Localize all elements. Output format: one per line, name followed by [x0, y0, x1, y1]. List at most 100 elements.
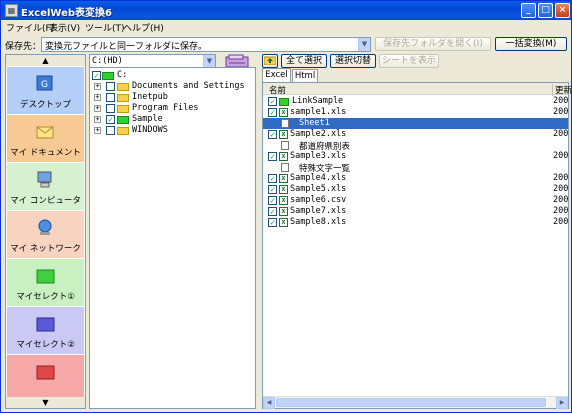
checkbox[interactable]: ✓: [106, 126, 115, 135]
tab-excel[interactable]: Excel: [262, 68, 291, 82]
expand-icon[interactable]: +: [94, 83, 101, 90]
tree-item-label: Documents and Settings: [132, 81, 245, 91]
list-item[interactable]: ✓ LinkSample 200: [263, 96, 568, 107]
drive-select[interactable]: C:(HD) ▼: [89, 54, 216, 68]
checkbox[interactable]: ✓: [92, 71, 101, 80]
sheet-icon: [281, 119, 289, 128]
expand-icon[interactable]: +: [94, 127, 101, 134]
checkbox[interactable]: ✓: [268, 130, 277, 139]
tab-html[interactable]: Html: [292, 69, 318, 82]
app-window: ▦ ExcelWeb表変換6 _ □ × ファイル(F) 表示(V) ツール(T…: [0, 0, 572, 413]
place-my-documents[interactable]: マイ ドキュメント: [7, 115, 84, 162]
computer-icon: [37, 171, 52, 188]
file-name: Sample3.xls: [290, 151, 347, 161]
list-item-selected[interactable]: Sheet1: [263, 118, 568, 129]
select-all-button[interactable]: 全て選択: [281, 54, 327, 68]
expand-icon[interactable]: +: [94, 116, 101, 123]
scroll-left-icon[interactable]: ◀: [263, 397, 275, 409]
scroll-right-icon[interactable]: ▶: [556, 397, 568, 409]
checkbox[interactable]: ✓: [268, 152, 277, 161]
checkbox[interactable]: ✓: [268, 108, 277, 117]
checkbox[interactable]: ✓: [106, 104, 115, 113]
checkbox[interactable]: ✓: [268, 196, 277, 205]
place-label: マイ コンピュータ: [10, 196, 81, 206]
excel-file-icon: x: [279, 130, 288, 139]
list-item[interactable]: ✓ x Sample5.xls 200: [263, 184, 568, 195]
list-item[interactable]: ✓ x Sample7.xls 200: [263, 206, 568, 217]
maximize-button[interactable]: □: [538, 3, 553, 18]
chevron-down-icon[interactable]: ▼: [203, 55, 215, 67]
batch-convert-button[interactable]: 一括変換(M): [495, 37, 567, 51]
checkbox[interactable]: ✓: [106, 93, 115, 102]
checkbox[interactable]: ✓: [268, 185, 277, 194]
place-my-select-2[interactable]: マイセレクト②: [7, 307, 84, 354]
place-my-network[interactable]: マイ ネットワーク: [7, 211, 84, 258]
folder-icon: [117, 116, 129, 124]
place-desktop[interactable]: G デスクトップ: [7, 67, 84, 114]
menu-view[interactable]: 表示(V): [49, 21, 80, 34]
window-title: ExcelWeb表変換6: [21, 8, 112, 19]
drive-icon: [102, 72, 114, 80]
desktop-icon: G: [36, 75, 53, 91]
open-save-folder-button[interactable]: 保存先フォルダを開く(I): [375, 37, 491, 51]
list-item[interactable]: ✓ x sample1.xls 200: [263, 107, 568, 118]
folder-up-icon: [263, 56, 277, 66]
file-date: 200: [553, 206, 569, 216]
list-item[interactable]: ✓ x Sample2.xls 200: [263, 129, 568, 140]
folder-tree: ✓ C: + ✓ Documents and Settings + ✓ Inet…: [89, 67, 256, 409]
file-name: Sample2.xls: [290, 129, 347, 139]
place-label: マイ ネットワーク: [10, 244, 81, 254]
checkbox[interactable]: ✓: [268, 174, 277, 183]
file-list-hscrollbar[interactable]: ◀ ▶: [263, 396, 568, 409]
show-sheet-button[interactable]: シートを表示: [379, 54, 439, 68]
list-item[interactable]: ✓ x sample6.csv 200: [263, 195, 568, 206]
title-bar: ▦ ExcelWeb表変換6 _ □ ×: [1, 1, 571, 20]
file-date: 200: [553, 217, 569, 227]
menu-help[interactable]: ヘルプ(H): [123, 21, 164, 34]
place-my-select-3[interactable]: [7, 355, 84, 397]
checkbox[interactable]: ✓: [268, 218, 277, 227]
folder-icon: [117, 83, 129, 91]
menu-file[interactable]: ファイル(F): [6, 21, 54, 34]
envelope-icon: [36, 126, 54, 139]
place-my-computer[interactable]: マイ コンピュータ: [7, 163, 84, 210]
checkbox[interactable]: ✓: [268, 207, 277, 216]
svg-text:G: G: [41, 80, 48, 90]
place-my-select-1[interactable]: マイセレクト①: [7, 259, 84, 306]
list-item[interactable]: ✓ x Sample8.xls 200: [263, 217, 568, 228]
tree-root-label: C:: [117, 70, 128, 80]
list-item[interactable]: ✓ x Sample4.xls 200: [263, 173, 568, 184]
file-name: sample6.csv: [290, 195, 347, 205]
folder-icon: [117, 105, 129, 113]
folder-red-icon: [36, 365, 55, 380]
places-scroll-down[interactable]: ▼: [6, 397, 85, 408]
scroll-thumb[interactable]: [276, 398, 546, 407]
excel-file-icon: x: [279, 152, 288, 161]
excel-file-icon: x: [279, 196, 288, 205]
minimize-button[interactable]: _: [521, 3, 536, 18]
expand-icon[interactable]: +: [94, 94, 101, 101]
checkbox[interactable]: ✓: [106, 115, 115, 124]
toggle-selection-button[interactable]: 選択切替: [330, 54, 376, 68]
checkbox[interactable]: ✓: [268, 97, 277, 106]
excel-file-icon: x: [279, 207, 288, 216]
list-item[interactable]: 都道府県別表: [263, 140, 568, 152]
expand-icon[interactable]: +: [94, 105, 101, 112]
file-name: Sample7.xls: [290, 206, 347, 216]
close-button[interactable]: ×: [555, 3, 570, 18]
file-name: sample1.xls: [290, 107, 347, 117]
column-header-date[interactable]: 更新: [552, 84, 571, 96]
checkbox[interactable]: ✓: [106, 82, 115, 91]
column-header-name[interactable]: 名前: [269, 84, 286, 96]
list-item[interactable]: ✓ x Sample3.xls 200: [263, 151, 568, 162]
places-scroll-up[interactable]: ▲: [6, 55, 85, 66]
tree-item-label: WINDOWS: [132, 125, 168, 135]
list-item[interactable]: 特殊文字一覧: [263, 162, 568, 174]
menu-tools[interactable]: ツール(T): [85, 21, 125, 34]
chevron-down-icon[interactable]: ▼: [358, 38, 370, 51]
file-date: 200: [553, 151, 569, 161]
app-icon[interactable]: ▦: [5, 4, 18, 17]
file-date: 200: [553, 107, 569, 117]
save-destination-combo[interactable]: 変換元ファイルと同一フォルダに保存。 ▼: [41, 37, 371, 52]
parent-folder-button[interactable]: [262, 54, 278, 68]
